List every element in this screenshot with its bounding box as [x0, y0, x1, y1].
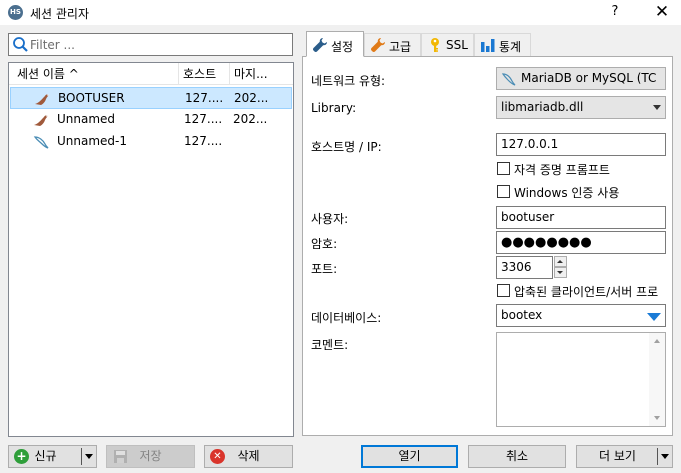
session-name: Unnamed-1 — [57, 134, 128, 148]
search-icon — [13, 37, 28, 52]
new-session-button[interactable]: + 신규 — [8, 445, 97, 468]
help-button[interactable]: ? — [604, 2, 626, 22]
tab-label: 설정 — [331, 40, 354, 54]
tab-advanced[interactable]: 고급 — [364, 33, 421, 56]
database-label: 데이터베이스: — [311, 311, 382, 325]
password-label: 암호: — [311, 237, 338, 251]
session-list[interactable]: 세션 이름 ^ 호스트 마지... BOOTUSER 127.... 202..… — [8, 62, 294, 437]
column-header-host[interactable]: 호스트 — [179, 63, 230, 85]
chevron-down-icon — [653, 105, 661, 110]
session-row[interactable]: BOOTUSER 127.... 202... — [10, 87, 292, 109]
wrench-orange-icon — [370, 38, 385, 53]
session-name: Unnamed — [57, 112, 116, 126]
mysql-dolphin-icon — [501, 73, 516, 86]
session-name: BOOTUSER — [58, 91, 125, 105]
delete-button[interactable]: ✕ 삭제 — [204, 445, 293, 468]
save-button[interactable]: 저장 — [106, 445, 195, 468]
session-host: 127.... — [184, 134, 223, 148]
compressed-protocol-label: 압축된 클라이언트/서버 프로 — [514, 285, 659, 299]
tab-settings[interactable]: 설정 — [306, 31, 364, 57]
windows-auth-checkbox[interactable] — [497, 185, 510, 198]
mysql-dolphin-icon — [33, 136, 49, 149]
more-button[interactable]: 더 보기 — [576, 445, 673, 468]
bar-chart-icon — [481, 39, 495, 52]
mariadb-seal-icon — [35, 94, 49, 105]
session-last-connect: 202... — [233, 112, 268, 126]
library-select[interactable]: libmariadb.dll — [496, 96, 666, 119]
save-label: 저장 — [139, 449, 162, 463]
chevron-down-icon[interactable] — [661, 454, 669, 459]
filter-input[interactable]: Filter ... — [8, 33, 293, 56]
split-divider — [81, 448, 82, 465]
tab-ssl[interactable]: SSL — [421, 33, 474, 56]
tab-statistics[interactable]: 통계 — [474, 33, 531, 56]
port-input[interactable]: 3306 — [496, 256, 553, 279]
list-header: 세션 이름 ^ 호스트 마지... — [9, 63, 293, 85]
stepper-down-icon[interactable] — [554, 267, 567, 278]
mariadb-seal-icon — [34, 115, 48, 126]
database-value: bootex — [501, 308, 543, 322]
session-row[interactable]: Unnamed 127.... 202... — [10, 109, 292, 131]
hostname-input[interactable]: 127.0.0.1 — [496, 133, 666, 156]
compressed-protocol-checkbox[interactable] — [497, 284, 510, 297]
password-input[interactable]: ●●●●●●●● — [496, 231, 666, 254]
session-host: 127.... — [184, 112, 223, 126]
comment-label: 코멘트: — [311, 338, 349, 352]
hostname-label: 호스트명 / IP: — [311, 140, 382, 154]
chevron-down-icon[interactable] — [85, 454, 93, 459]
network-type-label: 네트워크 유형: — [311, 74, 386, 88]
settings-panel: 네트워크 유형: MariaDB or MySQL (TC Library: l… — [302, 56, 673, 436]
open-button[interactable]: 열기 — [361, 445, 458, 468]
tab-label: 통계 — [499, 40, 522, 54]
split-divider — [657, 448, 658, 465]
library-label: Library: — [311, 101, 357, 115]
network-type-select[interactable]: MariaDB or MySQL (TC — [496, 67, 666, 90]
tab-label: 고급 — [389, 40, 412, 54]
user-label: 사용자: — [311, 212, 349, 226]
new-session-label: 신규 — [34, 449, 57, 463]
stepper-up-icon[interactable] — [554, 256, 567, 267]
app-icon: HS — [8, 5, 23, 20]
scroll-down-icon[interactable] — [654, 416, 660, 420]
comment-scrollbar[interactable] — [649, 333, 665, 426]
user-input[interactable]: bootuser — [496, 206, 666, 229]
session-last-connect: 202... — [234, 91, 269, 105]
window-title: 세션 관리자 — [30, 7, 90, 21]
delete-label: 삭제 — [237, 449, 260, 463]
save-icon — [114, 450, 127, 463]
port-stepper[interactable] — [554, 256, 567, 279]
filter-placeholder: Filter ... — [30, 38, 75, 52]
database-select[interactable]: bootex — [496, 304, 666, 327]
column-header-session-name[interactable]: 세션 이름 ^ — [9, 63, 179, 85]
cancel-button[interactable]: 취소 — [468, 445, 566, 468]
network-type-value: MariaDB or MySQL (TC — [521, 71, 657, 85]
wrench-icon — [312, 38, 327, 53]
scroll-up-icon[interactable] — [654, 339, 660, 343]
delete-icon: ✕ — [210, 449, 225, 464]
close-button[interactable]: ✕ — [650, 2, 674, 22]
chevron-down-icon[interactable] — [647, 313, 661, 321]
comment-textarea[interactable] — [496, 332, 666, 427]
session-row[interactable]: Unnamed-1 127.... — [10, 131, 292, 153]
column-header-last-connect[interactable]: 마지... — [230, 63, 293, 85]
session-host: 127.... — [185, 91, 224, 105]
key-icon — [431, 38, 439, 52]
port-label: 포트: — [311, 262, 338, 276]
library-value: libmariadb.dll — [501, 100, 584, 114]
credential-prompt-label: 자격 증명 프롬프트 — [514, 163, 610, 177]
title-bar: HS 세션 관리자 ? ✕ — [0, 0, 681, 25]
more-label: 더 보기 — [599, 449, 636, 463]
add-icon: + — [14, 449, 29, 464]
tab-label: SSL — [446, 38, 468, 52]
credential-prompt-checkbox[interactable] — [497, 162, 510, 175]
windows-auth-label: Windows 인증 사용 — [514, 186, 620, 200]
